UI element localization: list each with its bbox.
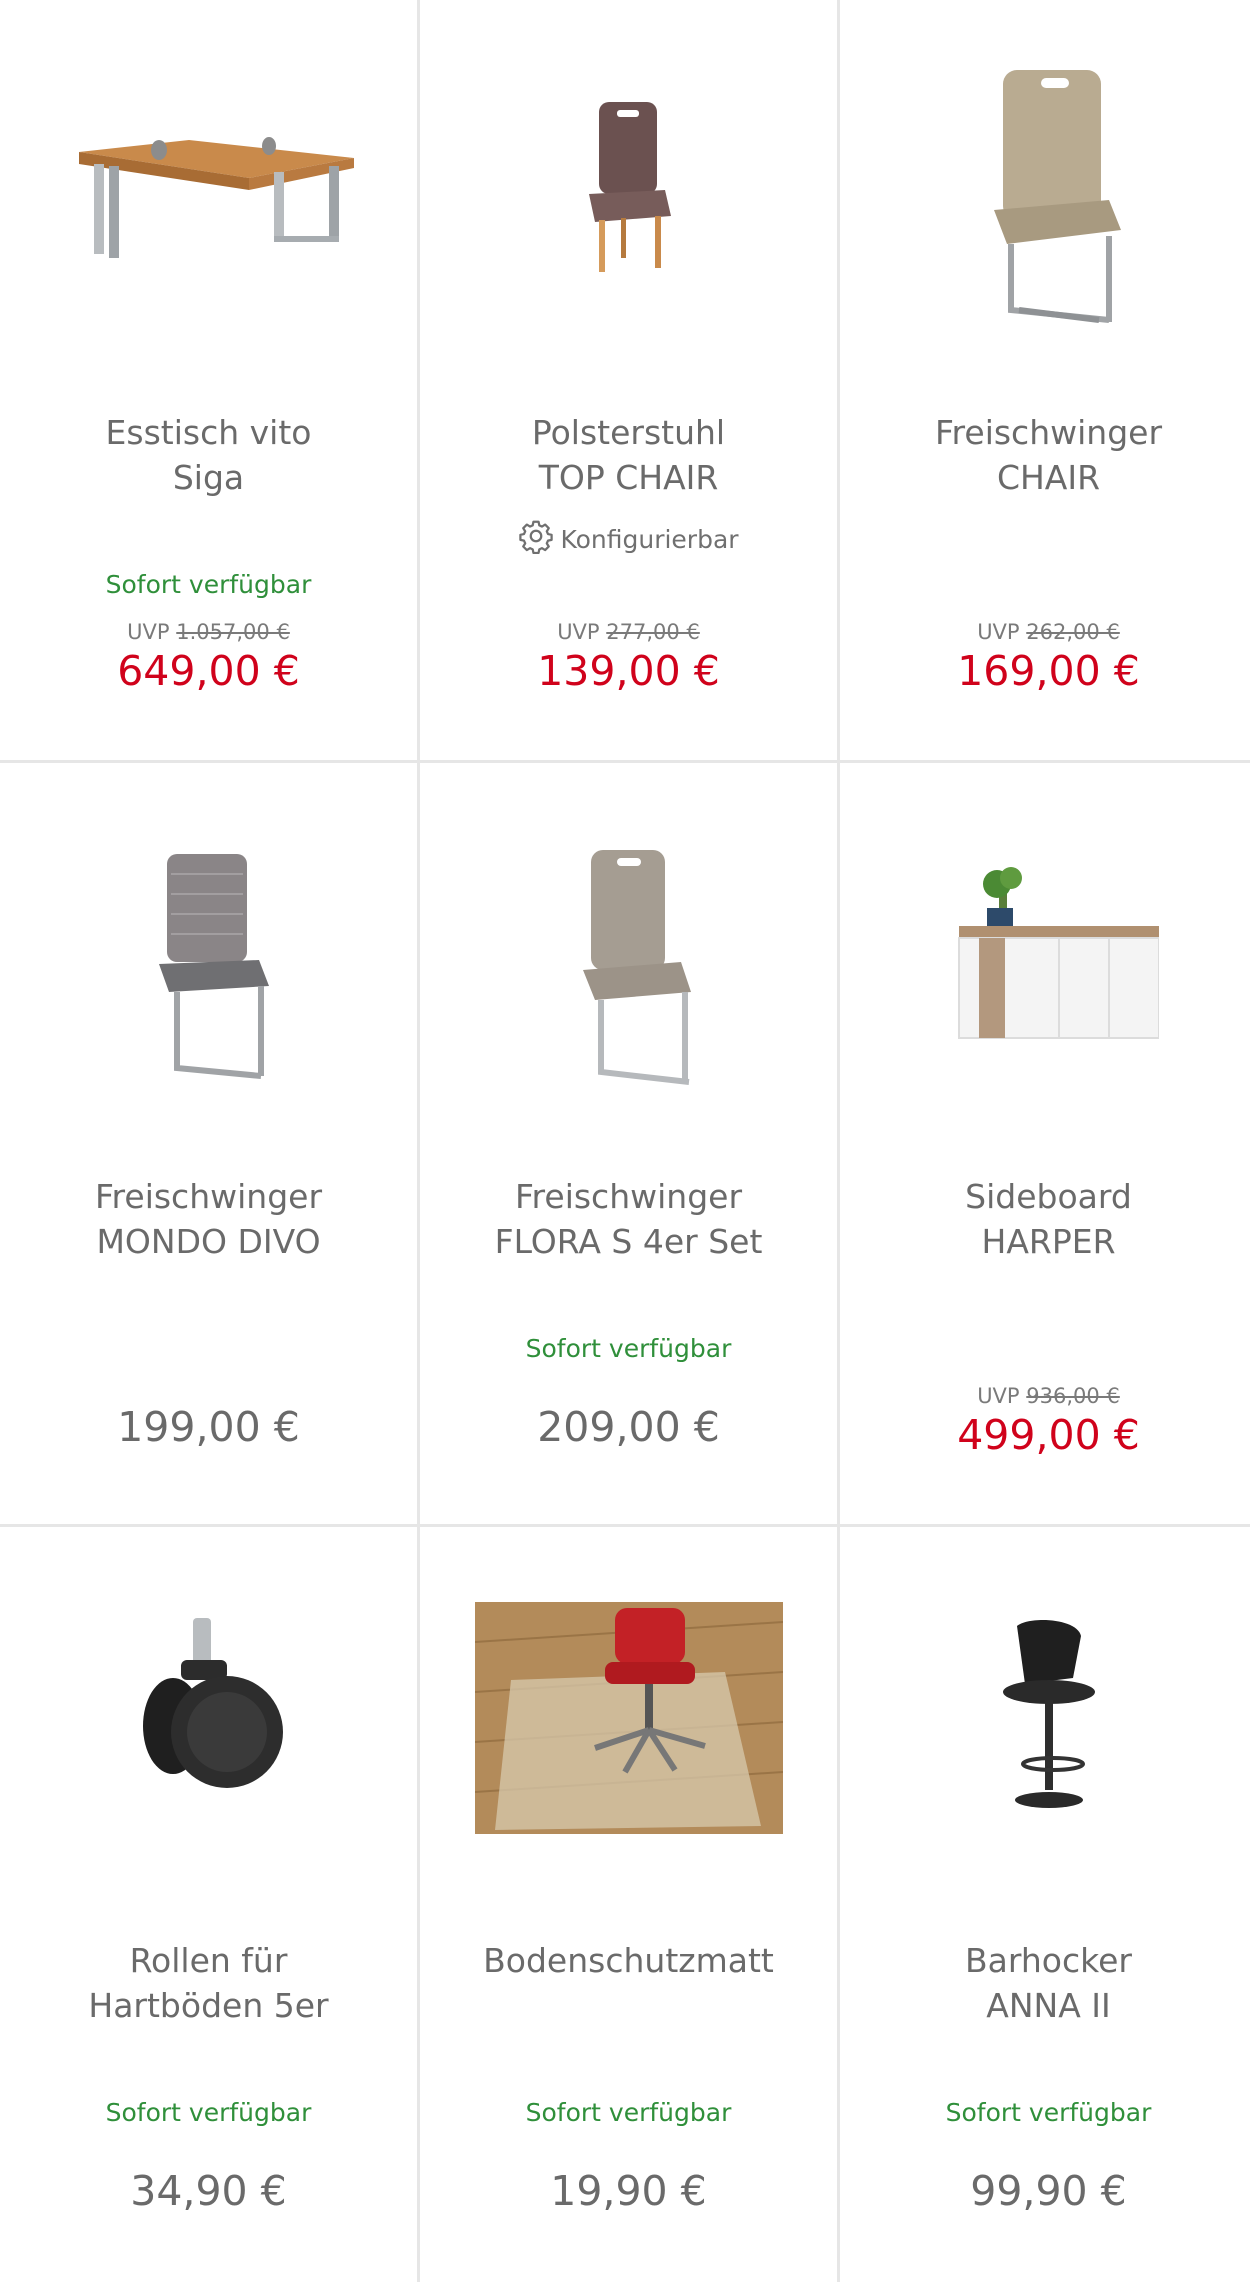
product-title[interactable]: Bodenschutzmatt (432, 1938, 825, 1983)
product-card[interactable]: Rollen für Hartböden 5er Sofort verfügba… (0, 1528, 417, 2290)
product-title[interactable]: Sideboard HARPER (852, 1174, 1245, 1264)
availability-badge: Sofort verfügbar (525, 1334, 732, 1363)
sideboard-image[interactable] (840, 764, 1250, 1144)
product-title[interactable]: Freischwinger FLORA S 4er Set (432, 1174, 825, 1264)
gear-icon (518, 518, 554, 564)
sale-price: 499,00 € (957, 1411, 1140, 1459)
floor-protection-mat-image[interactable] (420, 1528, 837, 1908)
availability-badge: Sofort verfügbar (945, 2098, 1152, 2127)
product-title[interactable]: Esstisch vito Siga (12, 410, 405, 500)
cantilever-chair-taupe-image[interactable] (420, 764, 837, 1144)
upholstered-chair-image[interactable] (420, 0, 837, 380)
availability-badge: Sofort verfügbar (525, 2098, 732, 2127)
availability-badge: Sofort verfügbar (105, 570, 312, 599)
caster-wheel-image[interactable] (0, 1528, 417, 1908)
configurable-label[interactable]: Konfigurierbar (420, 518, 837, 564)
product-card[interactable]: Sideboard HARPER UVP 936,00 € 499,00 € (840, 764, 1250, 1526)
product-title[interactable]: Rollen für Hartböden 5er (12, 1938, 405, 2028)
price: 199,00 € (117, 1403, 300, 1451)
product-card[interactable]: Freischwinger FLORA S 4er Set Sofort ver… (420, 764, 837, 1526)
availability-badge: Sofort verfügbar (105, 2098, 312, 2127)
bar-stool-image[interactable] (840, 1528, 1250, 1908)
product-card[interactable]: Barhocker ANNA II Sofort verfügbar 99,90… (840, 1528, 1250, 2290)
price: 34,90 € (130, 2167, 287, 2215)
uvp-price: UVP 1.057,00 € (127, 620, 290, 644)
uvp-price: UVP 262,00 € (977, 620, 1120, 644)
product-grid: Esstisch vito Siga Sofort verfügbar UVP … (0, 0, 1250, 2282)
uvp-price: UVP 277,00 € (557, 620, 700, 644)
product-title[interactable]: Freischwinger MONDO DIVO (12, 1174, 405, 1264)
product-card[interactable]: Bodenschutzmatt Sofort verfügbar 19,90 € (420, 1528, 837, 2290)
product-card[interactable]: Polsterstuhl TOP CHAIR Konfigurierbar UV… (420, 0, 837, 762)
price: 209,00 € (537, 1403, 720, 1451)
cantilever-chair-grey-image[interactable] (0, 764, 417, 1144)
product-card[interactable]: Freischwinger MONDO DIVO 199,00 € (0, 764, 417, 1526)
price: 99,90 € (970, 2167, 1127, 2215)
price: 19,90 € (550, 2167, 707, 2215)
product-card[interactable]: Freischwinger CHAIR UVP 262,00 € 169,00 … (840, 0, 1250, 762)
sale-price: 169,00 € (957, 647, 1140, 695)
dining-table-image[interactable] (0, 0, 417, 380)
product-title[interactable]: Freischwinger CHAIR (852, 410, 1245, 500)
product-title[interactable]: Polsterstuhl TOP CHAIR (432, 410, 825, 500)
sale-price: 139,00 € (537, 647, 720, 695)
uvp-price: UVP 936,00 € (977, 1384, 1120, 1408)
cantilever-chair-beige-image[interactable] (840, 0, 1250, 380)
sale-price: 649,00 € (117, 647, 300, 695)
product-card[interactable]: Esstisch vito Siga Sofort verfügbar UVP … (0, 0, 417, 762)
product-title[interactable]: Barhocker ANNA II (852, 1938, 1245, 2028)
